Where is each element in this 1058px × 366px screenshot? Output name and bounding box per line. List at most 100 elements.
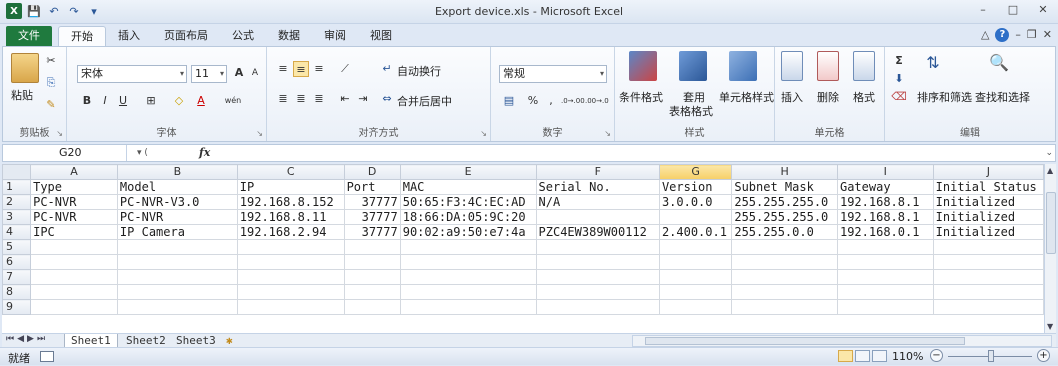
zoom-knob[interactable] [988,350,994,362]
cell-g7[interactable] [658,269,733,285]
row-header[interactable]: 8 [2,284,32,300]
cell-a8[interactable] [30,284,118,300]
select-all-corner[interactable] [2,164,32,180]
align-middle-icon[interactable]: ≡ [293,61,309,77]
decrease-decimal-button[interactable]: .00→.0 [585,93,609,109]
cell-b2[interactable]: PC-NVR-V3.0 [116,194,238,210]
cell-b6[interactable] [116,254,238,270]
cell-a4[interactable]: IPC [30,224,118,240]
sort-filter-button[interactable]: 排序和筛选 [917,89,972,105]
cell-a6[interactable] [30,254,118,270]
page-break-view-icon[interactable] [872,350,887,362]
doc-close-icon[interactable]: ✕ [1043,28,1052,42]
cell-f1[interactable]: Serial No. [535,179,660,195]
help-icon[interactable]: ? [995,28,1010,42]
accounting-format-icon[interactable]: ▤ [501,93,517,109]
format-painter-icon[interactable]: ✎ [43,97,59,113]
row-header[interactable]: 3 [2,209,32,225]
wrap-text-button[interactable]: 自动换行 [397,63,441,79]
cell-b9[interactable] [116,299,238,315]
cell-i9[interactable] [836,299,934,315]
cell-b8[interactable] [116,284,238,300]
underline-button[interactable]: U [115,93,131,109]
maximize-button[interactable]: □ [1004,3,1022,19]
number-format-select[interactable]: 常规 ▾ [499,65,607,83]
cell-f4[interactable]: PZC4EW389W00112 [535,224,660,240]
row-header[interactable]: 5 [2,239,32,255]
cell-a5[interactable] [30,239,118,255]
cell-a7[interactable] [30,269,118,285]
cell-c4[interactable]: 192.168.2.94 [236,224,345,240]
cell-d1[interactable]: Port [343,179,401,195]
zoom-slider[interactable]: − + [930,349,1050,363]
align-top-icon[interactable]: ≡ [275,61,291,77]
cell-f2[interactable]: N/A [535,194,660,210]
format-table-icon[interactable] [679,51,707,81]
cell-g8[interactable] [658,284,733,300]
find-select-button[interactable]: 查找和选择 [975,89,1030,105]
cell-i8[interactable] [836,284,934,300]
close-button[interactable]: ✕ [1034,3,1052,19]
tab-view[interactable]: 视图 [358,26,404,46]
sheet-tab-3[interactable]: Sheet3 [170,334,222,348]
comma-button[interactable]: , [543,93,559,109]
number-launcher-icon[interactable]: ↘ [604,129,611,138]
row-header[interactable]: 4 [2,224,32,240]
conditional-format-button[interactable]: 条件格式 [619,89,663,105]
border-button[interactable]: ⊞ [143,93,159,109]
fill-icon[interactable]: ⬇ [891,71,907,87]
cell-e1[interactable]: MAC [399,179,537,195]
paste-icon[interactable] [11,53,39,83]
cell-j7[interactable] [932,269,1044,285]
row-header[interactable]: 2 [2,194,32,210]
normal-view-icon[interactable] [838,350,853,362]
vertical-scroll-thumb[interactable] [1046,192,1056,254]
cell-e8[interactable] [399,284,537,300]
cell-f6[interactable] [535,254,660,270]
cell-e6[interactable] [399,254,537,270]
tab-formulas[interactable]: 公式 [220,26,266,46]
cell-styles-button[interactable]: 单元格样式 [719,89,774,105]
cell-b4[interactable]: IP Camera [116,224,238,240]
column-header-g[interactable]: G [658,164,733,180]
cell-a3[interactable]: PC-NVR [30,209,118,225]
scroll-down-icon[interactable]: ▼ [1047,322,1053,331]
tab-insert[interactable]: 插入 [106,26,152,46]
cell-d7[interactable] [343,269,401,285]
vertical-scrollbar[interactable]: ▲ ▼ [1044,164,1056,333]
sheet-tab-1[interactable]: Sheet1 [64,334,118,348]
cell-styles-icon[interactable] [729,51,757,81]
cell-j2[interactable]: Initialized [932,194,1044,210]
cell-h2[interactable]: 255.255.255.0 [731,194,838,210]
cell-e2[interactable]: 50:65:F3:4C:EC:AD [399,194,537,210]
column-header-e[interactable]: E [399,164,537,180]
cell-d3[interactable]: 37777 [343,209,401,225]
conditional-format-icon[interactable] [629,51,657,81]
sheet-nav-arrows-icon[interactable]: ⏮◀▶⏭ [6,334,48,344]
cell-c5[interactable] [236,239,345,255]
increase-decimal-button[interactable]: .0→.00 [561,93,585,109]
cell-b1[interactable]: Model [116,179,238,195]
increase-indent-icon[interactable]: ⇥ [355,91,371,107]
shrink-font-button[interactable]: A [247,65,263,81]
cell-c6[interactable] [236,254,345,270]
cell-h4[interactable]: 255.255.0.0 [731,224,838,240]
cell-g6[interactable] [658,254,733,270]
horizontal-scroll-thumb[interactable] [645,337,965,345]
cell-j1[interactable]: Initial Status [932,179,1044,195]
cell-j5[interactable] [932,239,1044,255]
row-header[interactable]: 7 [2,269,32,285]
column-header-h[interactable]: H [731,164,838,180]
cell-c7[interactable] [236,269,345,285]
cell-d8[interactable] [343,284,401,300]
row-header[interactable]: 9 [2,299,32,315]
cell-e5[interactable] [399,239,537,255]
row-header[interactable]: 6 [2,254,32,270]
phonetic-button[interactable]: wén [221,93,245,109]
cell-a2[interactable]: PC-NVR [30,194,118,210]
cell-i1[interactable]: Gateway [836,179,934,195]
font-color-button[interactable]: A [193,93,209,109]
cell-c3[interactable]: 192.168.8.11 [236,209,345,225]
cell-d5[interactable] [343,239,401,255]
tab-page-layout[interactable]: 页面布局 [152,26,220,46]
